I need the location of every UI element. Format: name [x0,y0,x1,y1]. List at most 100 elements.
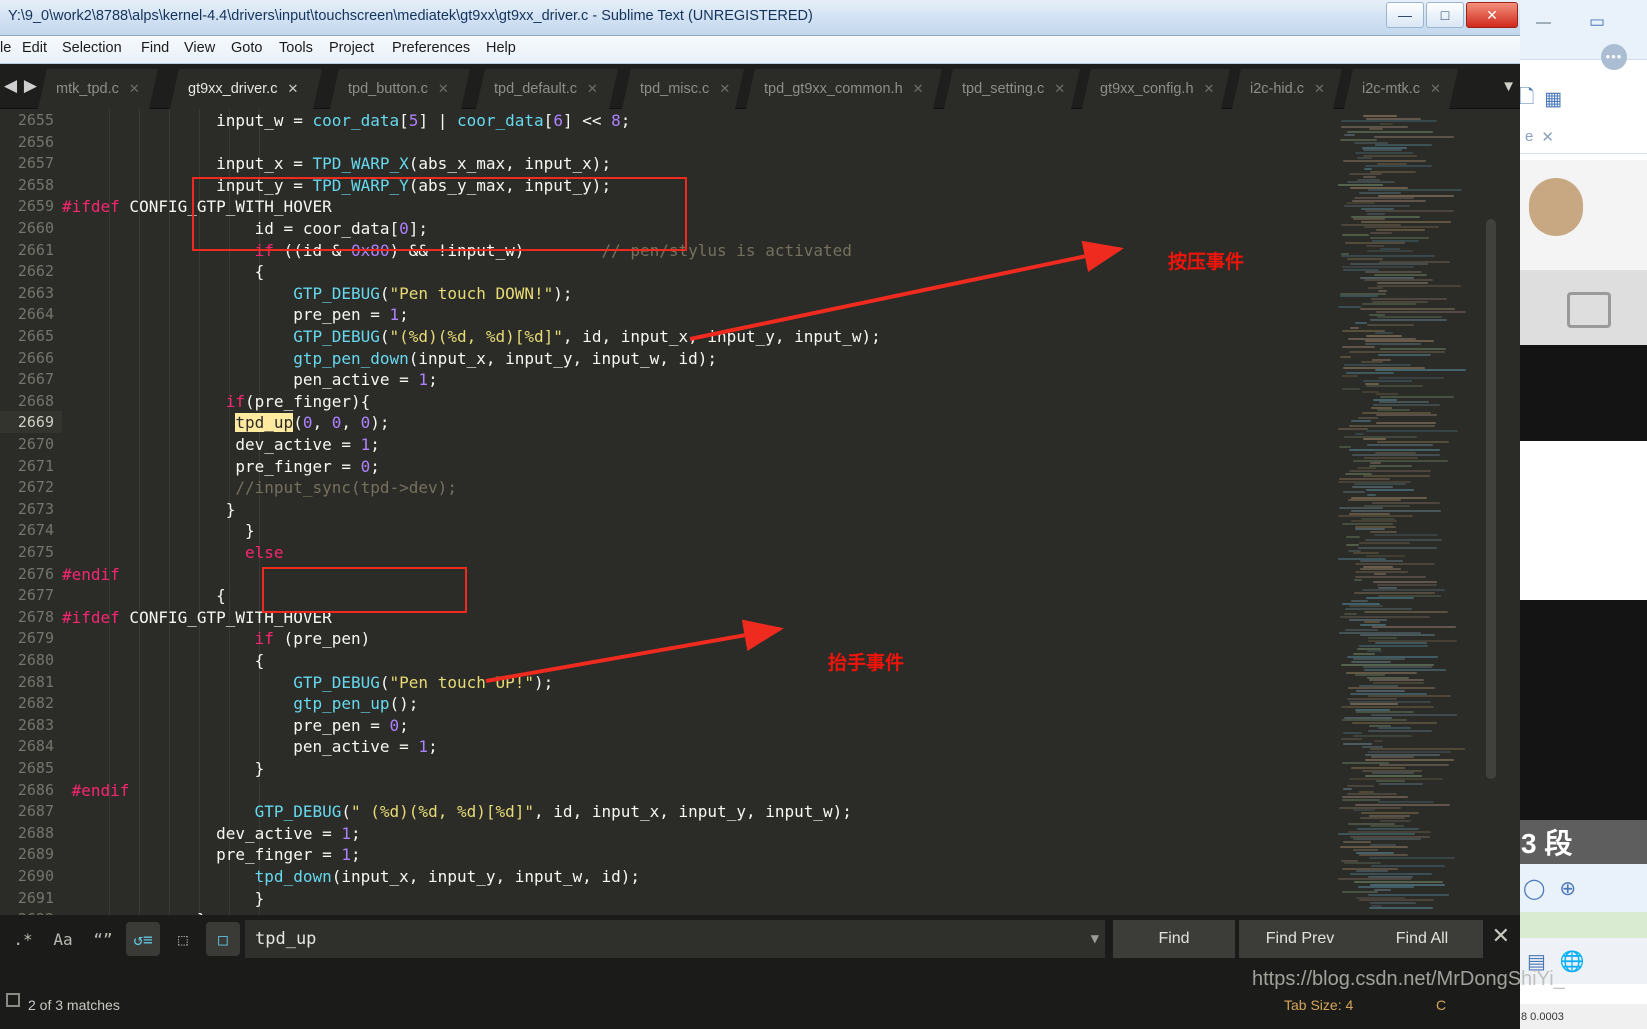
tab-tpd-misc-c[interactable]: tpd_misc.c ✕ [622,69,744,109]
code-line[interactable]: #endif [62,781,130,800]
menu-item-selection[interactable]: Selection [62,40,122,56]
code-line[interactable]: pre_pen = 1; [62,305,409,324]
syntax-indicator[interactable]: C [1436,997,1446,1013]
highlight-results-icon[interactable]: □ [206,922,240,956]
close-icon[interactable]: ✕ [587,81,598,97]
code-line[interactable]: input_w = coor_data[5] | coor_data[6] <<… [62,111,630,130]
tab-size-indicator[interactable]: Tab Size: 4 [1284,997,1353,1013]
menu-item-edit[interactable]: Edit [22,40,47,56]
tab-label: tpd_default.c [494,81,578,97]
tab-gt9xx-driver-c[interactable]: gt9xx_driver.c ✕ [170,69,322,109]
code-line[interactable]: GTP_DEBUG("Pen touch UP!"); [62,673,553,692]
menu-item-view[interactable]: View [184,40,215,56]
code-line[interactable]: if(pre_finger){ [62,392,371,411]
code-line[interactable]: dev_active = 1; [62,435,380,454]
minimize-button[interactable]: — [1386,2,1424,28]
tab-i2c-mtk-c[interactable]: i2c-mtk.c ✕ [1344,69,1458,109]
find-button-find[interactable]: Find [1113,920,1235,958]
tab-tpd-default-c[interactable]: tpd_default.c ✕ [476,69,618,109]
code-line[interactable]: pre_pen = 0; [62,716,409,735]
case-sensitive-icon[interactable]: Aa [46,922,80,956]
close-icon[interactable]: ✕ [129,81,140,97]
close-icon[interactable]: ✕ [287,81,298,97]
close-icon[interactable]: ✕ [1204,81,1215,97]
whole-word-icon[interactable]: “” [86,922,120,956]
code-editor[interactable]: 2655 2656 2657 2658 2659 2660 2661 2662 2663 2664… [0,109,1520,915]
tab-gt9xx-config-h[interactable]: gt9xx_config.h ✕ [1082,69,1230,109]
code-line[interactable]: tpd_up(0, 0, 0); [62,413,390,433]
minimap-line [1366,493,1376,496]
tab-nav-arrows[interactable]: ◀ ▶ [4,76,38,96]
code-line[interactable]: GTP_DEBUG(" (%d)(%d, %d)[%d]", id, input… [62,802,852,821]
close-icon[interactable]: ✕ [1314,81,1325,97]
menu-item-preferences[interactable]: Preferences [392,40,470,56]
tab-mtk-tpd-c[interactable]: mtk_tpd.c ✕ [38,69,158,109]
wrap-icon[interactable]: ↺≡ [126,922,160,956]
menu-item-project[interactable]: Project [329,40,374,56]
code-line[interactable]: GTP_DEBUG("Pen touch DOWN!"); [62,284,572,303]
menu-item-goto[interactable]: Goto [231,40,262,56]
code-line[interactable]: } [62,759,265,778]
code-line[interactable]: gtp_pen_down(input_x, input_y, input_w, … [62,349,717,368]
menu-item-find[interactable]: Find [141,40,169,56]
note-icon[interactable]: 🗋 [1519,83,1534,115]
code-line[interactable]: gtp_pen_up(); [62,694,418,713]
code-line[interactable]: } [62,521,255,540]
code-line[interactable]: tpd_down(input_x, input_y, input_w, id); [62,867,640,886]
code-line[interactable]: #endif [62,565,120,584]
code-line[interactable]: input_x = TPD_WARP_X(abs_x_max, input_x)… [62,154,611,173]
background-more-icon[interactable]: ••• [1601,44,1627,70]
tab-overflow-icon[interactable]: ▼ [1501,78,1516,95]
code-line[interactable]: } [62,500,236,519]
close-icon[interactable]: ✕ [1054,81,1065,97]
close-icon[interactable]: ✕ [719,81,730,97]
background-maximize-icon[interactable]: ▭ [1589,12,1605,32]
code-line[interactable]: pre_finger = 1; [62,845,361,864]
code-line[interactable]: GTP_DEBUG("(%d)(%d, %d)[%d]", id, input_… [62,327,881,346]
close-icon[interactable]: ✕ [913,81,924,97]
code-line[interactable]: else [62,543,284,562]
close-icon[interactable]: ✕ [438,81,449,97]
background-tab[interactable]: e ✕ [1517,120,1647,154]
code-line[interactable]: { [62,586,226,605]
tab-tpd-setting-c[interactable]: tpd_setting.c ✕ [944,69,1080,109]
code-line[interactable]: dev_active = 1; [62,824,361,843]
menu-item-le[interactable]: le [0,40,11,56]
minimap-line [1379,348,1446,351]
circle-icon[interactable]: ◯ [1523,876,1545,901]
code-line[interactable]: { [62,262,265,281]
statusbar-checkbox[interactable] [6,993,20,1007]
regex-icon[interactable]: .* [6,922,40,956]
grid-icon[interactable]: ▦ [1544,88,1562,111]
vertical-scrollbar[interactable] [1486,219,1496,779]
chevron-left-icon[interactable]: ◀ [4,76,18,95]
chevron-down-icon[interactable]: ▼ [1091,931,1099,947]
code-line[interactable]: } [62,889,265,908]
menu-item-tools[interactable]: Tools [279,40,313,56]
close-button[interactable]: ✕ [1466,2,1518,28]
annotation-label-1: 按压事件 [1168,251,1245,273]
search-input[interactable]: tpd_up ▼ [245,920,1105,958]
find-button-find-all[interactable]: Find All [1361,920,1483,958]
chevron-right-icon[interactable]: ▶ [24,76,38,95]
zoom-in-icon[interactable]: ⊕ [1559,876,1576,901]
in-selection-icon[interactable]: ⬚ [166,922,200,956]
tab-i2c-hid-c[interactable]: i2c-hid.c ✕ [1232,69,1342,109]
tab-tpd-gt9xx-common-h[interactable]: tpd_gt9xx_common.h ✕ [746,69,942,109]
maximize-button[interactable]: □ [1426,2,1464,28]
minimap-line [1367,637,1398,640]
code-line[interactable]: pen_active = 1; [62,370,438,389]
close-icon[interactable]: ✕ [1430,81,1441,97]
code-line[interactable]: { [62,651,265,670]
background-minimize-icon[interactable]: — [1536,14,1551,31]
close-find-icon[interactable]: ✕ [1492,923,1510,949]
tab-tpd-button-c[interactable]: tpd_button.c ✕ [330,69,470,109]
close-icon[interactable]: ✕ [1541,128,1554,146]
menu-item-help[interactable]: Help [486,40,516,56]
minimap[interactable] [1330,109,1500,915]
code-line[interactable]: //input_sync(tpd->dev); [62,478,457,497]
find-button-find-prev[interactable]: Find Prev [1239,920,1361,958]
code-line[interactable]: if (pre_pen) [62,629,371,648]
code-line[interactable]: pre_finger = 0; [62,457,380,476]
code-line[interactable]: pen_active = 1; [62,737,438,756]
